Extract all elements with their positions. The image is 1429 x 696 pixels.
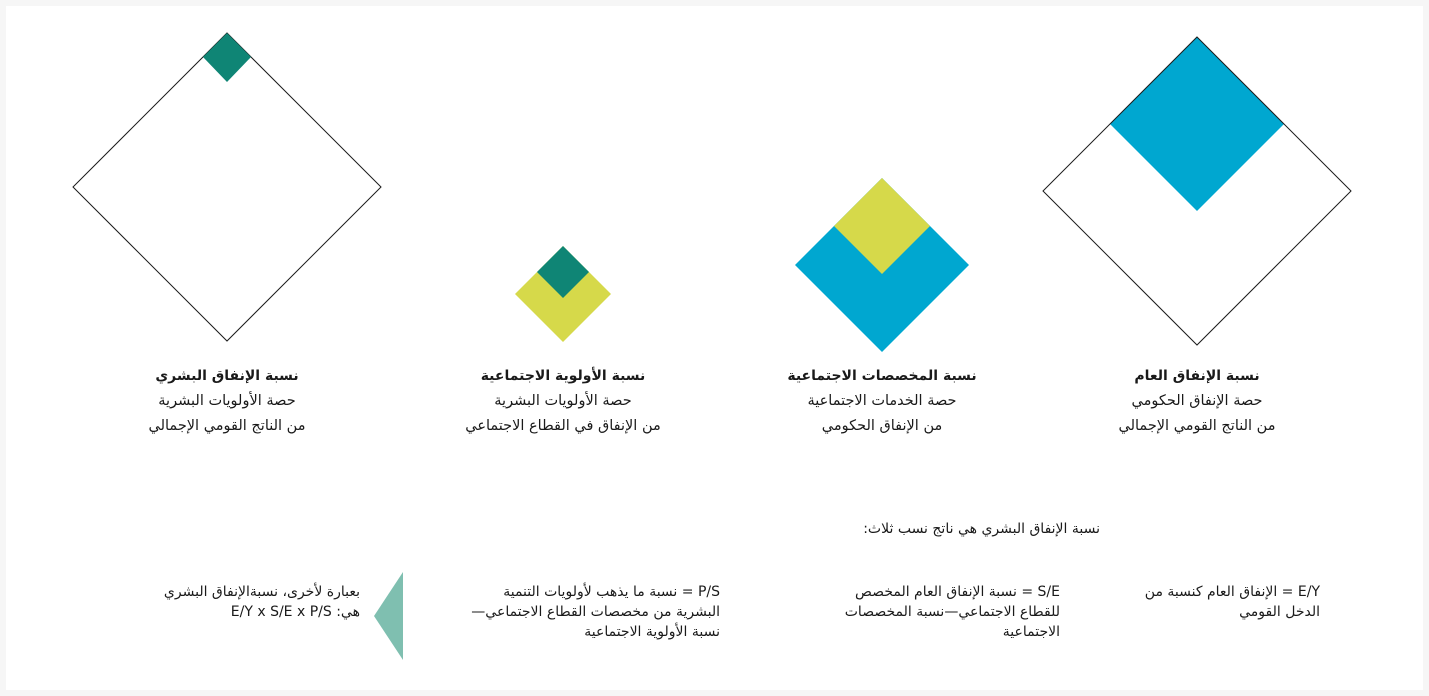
caption-human-expenditure: نسبة الإنفاق البشري حصة الأولويات البشري… <box>97 364 357 439</box>
public-expenditure-diagram <box>1042 36 1352 346</box>
caption-line: من الناتج القومي الإجمالي <box>1118 418 1276 434</box>
caption-line: حصة الخدمات الاجتماعية <box>807 393 957 409</box>
ratio-code: E/Y <box>1297 584 1320 600</box>
public-expenditure-blue-square <box>1110 37 1284 211</box>
caption-line: حصة الأولويات البشرية <box>494 393 632 409</box>
human-priorities-green-square-2 <box>203 33 251 82</box>
caption-line: حصة الإنفاق الحكومي <box>1131 393 1263 409</box>
caption-line: حصة الأولويات البشرية <box>158 393 296 409</box>
ratio-item-ey: E/Y = الإنفاق العام كنسبة من الدخل القوم… <box>1110 582 1320 622</box>
summary-box: بعبارة لأخرى، نسبةالإنفاق البشري هي: E/Y… <box>150 582 360 622</box>
ratio-code: S/E <box>1037 584 1060 600</box>
caption-line: من الإنفاق الحكومي <box>821 418 943 434</box>
caption-public-expenditure: نسبة الإنفاق العام حصة الإنفاق الحكومي م… <box>1067 364 1327 439</box>
social-priority-diagram <box>515 246 611 342</box>
intro-text: نسبة الإنفاق البشري هي ناتج نسب ثلاث: <box>863 521 1100 537</box>
caption-line: من الإنفاق في القطاع الاجتماعي <box>465 418 661 434</box>
human-expenditure-diagram <box>72 32 382 342</box>
caption-title: نسبة الإنفاق البشري <box>155 368 299 384</box>
caption-title: نسبة الأولوية الاجتماعية <box>480 368 646 384</box>
ratio-code: P/S <box>697 584 720 600</box>
summary-formula: E/Y x S/E x P/S <box>230 604 332 620</box>
caption-social-allocation: نسبة المخصصات الاجتماعية حصة الخدمات الا… <box>742 364 1022 439</box>
ratio-description: = نسبة الإنفاق العام المخصص للقطاع الاجت… <box>844 584 1060 640</box>
ratio-description: = نسبة ما يذهب لأولويات التنمية البشرية … <box>471 584 720 640</box>
caption-line: من الناتج القومي الإجمالي <box>148 418 306 434</box>
caption-social-priority: نسبة الأولوية الاجتماعية حصة الأولويات ا… <box>413 364 713 439</box>
ratio-item-ps: P/S = نسبة ما يذهب لأولويات التنمية البش… <box>470 582 720 642</box>
ratio-description: = الإنفاق العام كنسبة من الدخل القومي <box>1144 584 1320 620</box>
caption-title: نسبة المخصصات الاجتماعية <box>787 368 977 384</box>
caption-title: نسبة الإنفاق العام <box>1134 368 1260 384</box>
social-allocation-diagram <box>795 178 969 352</box>
arrow-shape <box>374 572 403 660</box>
ratio-item-se: S/E = نسبة الإنفاق العام المخصص للقطاع ا… <box>830 582 1060 642</box>
